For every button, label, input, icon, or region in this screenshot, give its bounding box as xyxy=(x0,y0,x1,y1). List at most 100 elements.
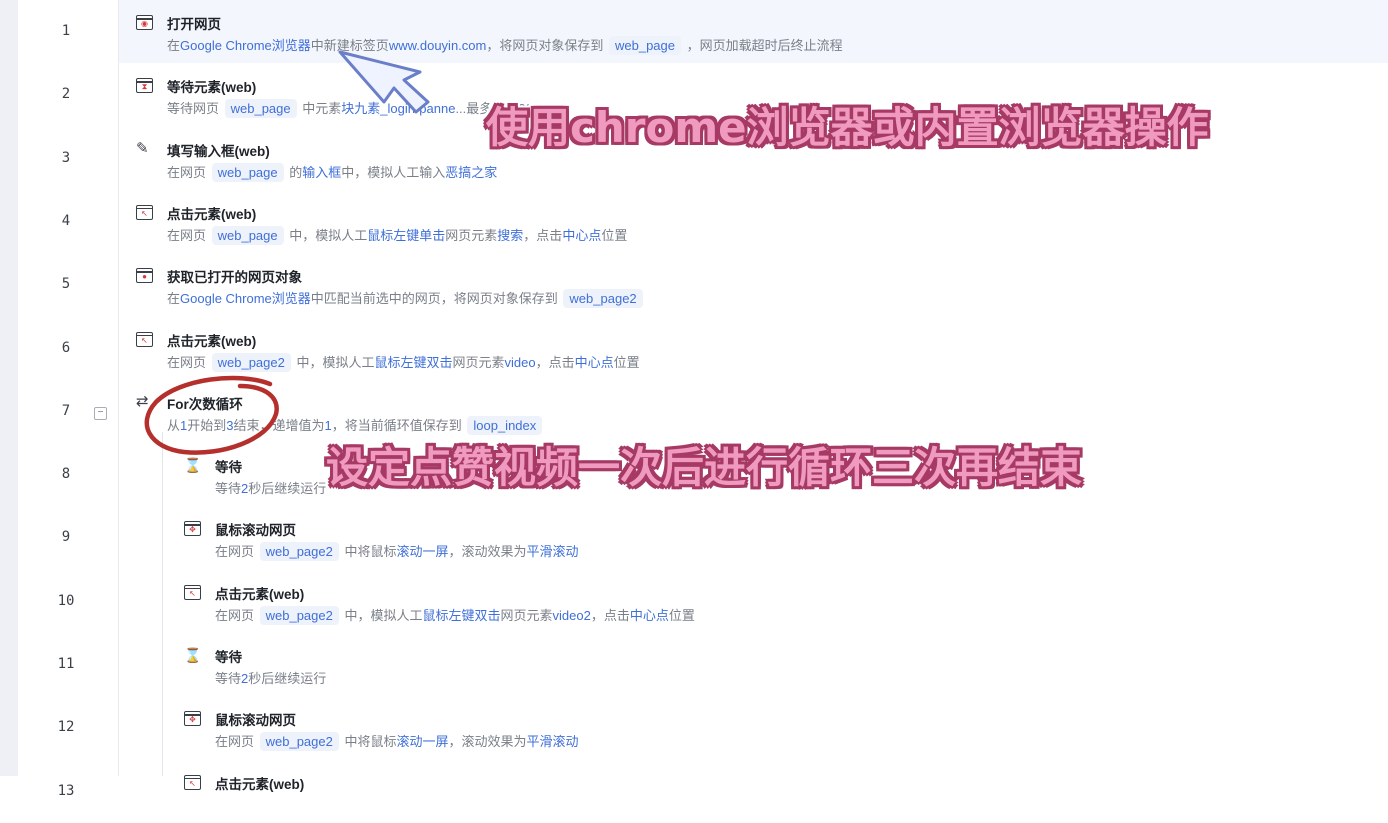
line-number: 9 xyxy=(61,529,71,546)
step-title: 点击元素(web) xyxy=(167,206,257,222)
variable-chip[interactable]: web_page xyxy=(608,36,681,55)
description-text: 中，模拟人工 xyxy=(340,607,423,623)
description-text: ，滚动效果为 xyxy=(448,544,527,560)
description-text: 在网页 xyxy=(167,354,210,370)
step-description: 在网页 web_page2 中，模拟人工鼠标左键双击网页元素video2，点击中… xyxy=(215,605,695,625)
variable-chip[interactable]: web_page xyxy=(224,99,297,119)
highlighted-value: Google Chrome浏览器 xyxy=(180,291,311,307)
highlighted-value: video xyxy=(504,354,536,370)
fill-input-icon: ✎ xyxy=(136,139,149,157)
line-number: 8 xyxy=(61,466,71,483)
step-description: 等待2秒后继续运行 xyxy=(215,668,326,687)
highlighted-value: 输入框 xyxy=(302,164,342,180)
description-text: ，将网页对象保存到 xyxy=(486,38,607,53)
click-element-icon: ↖ xyxy=(136,331,153,347)
step-description: 从1开始到3结束，递增值为1，将当前循环值保存到 loop_index xyxy=(167,415,544,435)
left-rail xyxy=(0,0,18,776)
click-element-icon: ↖ xyxy=(184,774,201,790)
hourglass-icon: ⌛ xyxy=(184,647,202,663)
flow-step-row[interactable]: ● 获取已打开的网页对象 在Google Chrome浏览器中匹配当前选中的网页，将… xyxy=(119,253,1388,316)
step-title: For次数循环 xyxy=(167,396,243,412)
flow-step-row[interactable]: ◉ 打开网页 在Google Chrome浏览器中新建标签页www.douyin.c… xyxy=(119,0,1388,63)
line-number: 11 xyxy=(57,656,75,672)
description-text: 在网页 xyxy=(167,164,210,180)
description-text: 中，模拟人工输入 xyxy=(341,164,446,180)
highlighted-value: 中心点 xyxy=(574,354,614,370)
highlighted-value: 鼠标左键单击 xyxy=(367,227,446,243)
step-description: 在网页 web_page 的输入框中，模拟人工输入恶搞之家 xyxy=(167,162,497,182)
variable-chip[interactable]: web_page xyxy=(211,162,284,182)
click-element-icon: ↖ xyxy=(136,204,153,220)
loop-icon: ⇄ xyxy=(136,392,149,410)
description-text: 中将鼠标 xyxy=(340,544,397,560)
highlighted-value: 滚动一屏 xyxy=(396,734,449,750)
description-text: 在 xyxy=(167,38,181,53)
highlighted-value: 鼠标左键双击 xyxy=(374,354,453,370)
flow-step-row[interactable]: ↖ 点击元素(web) 在网页 web_page2 中，模拟人工鼠标左键双击网页元素… xyxy=(119,570,1388,633)
line-number: 3 xyxy=(61,149,71,166)
step-description: 在网页 web_page 中，模拟人工鼠标左键单击网页元素搜索，点击中心点位置 xyxy=(167,225,627,245)
step-title: 填写输入框(web) xyxy=(167,143,270,159)
description-text: 等待 xyxy=(215,671,242,686)
line-number: 5 xyxy=(61,276,71,293)
flow-step-row[interactable]: ↖ 点击元素(web) 在网页 web_page2 中，模拟人工鼠标左键双击网页元素… xyxy=(119,317,1388,380)
highlighted-value: 搜索 xyxy=(497,227,524,243)
variable-chip[interactable]: web_page2 xyxy=(563,289,643,309)
flow-step-row[interactable]: ↖ 点击元素(web) xyxy=(119,760,1388,823)
annotation-loop-note: 设定点赞视频一次后进行循环三次再结束 xyxy=(326,443,1083,492)
line-number: 7 xyxy=(61,402,71,419)
step-description: 等待网页 web_page 中元素块九素_login-panne...最多等待2… xyxy=(167,98,533,119)
step-title: 点击元素(web) xyxy=(167,333,257,349)
description-text: 等待网页 xyxy=(167,101,223,117)
step-title: 等待 xyxy=(215,460,242,476)
step-description: 在网页 web_page2 中，模拟人工鼠标左键双击网页元素video，点击中心… xyxy=(167,352,640,372)
highlighted-value: 中心点 xyxy=(629,607,669,623)
description-text: 位置 xyxy=(613,354,640,370)
description-text: ，点击 xyxy=(535,354,575,370)
line-number: 10 xyxy=(57,592,75,609)
description-text: ，将当前循环值保存到 xyxy=(331,417,466,433)
description-text: 在网页 xyxy=(167,227,210,243)
highlighted-value: 鼠标左键双击 xyxy=(422,607,501,623)
description-text: 网页元素 xyxy=(445,227,498,243)
flow-step-row[interactable]: ✥ 鼠标滚动网页 在网页 web_page2 中将鼠标滚动一屏，滚动效果为平滑滚动 xyxy=(119,696,1388,759)
description-text: 位置 xyxy=(668,607,695,623)
variable-chip[interactable]: loop_index xyxy=(467,415,543,435)
highlighted-value: 平滑滚动 xyxy=(526,544,579,560)
description-text: 结束，递增值为 xyxy=(233,417,325,433)
description-text: 在 xyxy=(167,291,181,307)
description-text: 在网页 xyxy=(215,544,258,560)
scroll-page-icon: ✥ xyxy=(184,521,201,537)
description-text: 开始到 xyxy=(187,417,227,433)
flow-step-row[interactable]: ⌛ 等待 等待2秒后继续运行 xyxy=(119,633,1388,696)
step-description: 在Google Chrome浏览器中新建标签页www.douyin.com，将网… xyxy=(167,35,843,55)
line-number: 13 xyxy=(57,782,75,799)
wait-element-icon: ⧗ xyxy=(136,78,153,94)
variable-chip[interactable]: web_page2 xyxy=(259,605,339,625)
line-number-gutter: 1 2 3 4 5 6 7 8 9 10 11 12 13 xyxy=(18,0,119,799)
step-description: 在网页 web_page2 中将鼠标滚动一屏，滚动效果为平滑滚动 xyxy=(215,541,579,562)
line-number: 12 xyxy=(57,719,75,736)
description-text: 中，模拟人工 xyxy=(285,227,368,243)
description-text: ，网页加载超时后终止流程 xyxy=(682,38,843,53)
flow-step-row[interactable]: ✥ 鼠标滚动网页 在网页 web_page2 中将鼠标滚动一屏，滚动效果为平滑滚动 xyxy=(119,506,1388,569)
collapse-toggle-button[interactable]: − xyxy=(94,406,107,420)
get-page-icon: ● xyxy=(136,268,153,284)
highlighted-value: 中心点 xyxy=(562,227,602,243)
variable-chip[interactable]: web_page2 xyxy=(259,732,339,752)
description-text: 等待 xyxy=(215,481,242,497)
description-text: 位置 xyxy=(601,227,628,243)
variable-chip[interactable]: web_page2 xyxy=(259,542,339,562)
line-number: 6 xyxy=(61,339,71,356)
flow-step-row[interactable]: ↖ 点击元素(web) 在网页 web_page 中，模拟人工鼠标左键单击网页元素搜… xyxy=(119,190,1388,253)
variable-chip[interactable]: web_page xyxy=(211,225,284,245)
highlighted-value: 恶搞之家 xyxy=(445,164,498,180)
variable-chip[interactable]: web_page2 xyxy=(211,352,291,372)
description-text: 从 xyxy=(167,417,181,433)
step-description: 在Google Chrome浏览器中匹配当前选中的网页，将网页对象保存到 web… xyxy=(167,288,645,309)
line-number: 1 xyxy=(61,23,71,39)
step-title: 打开网页 xyxy=(167,17,221,32)
highlighted-value: 平滑滚动 xyxy=(526,734,579,750)
highlighted-value: 1 xyxy=(324,417,332,433)
step-description: 等待2秒后继续运行 xyxy=(215,478,326,497)
